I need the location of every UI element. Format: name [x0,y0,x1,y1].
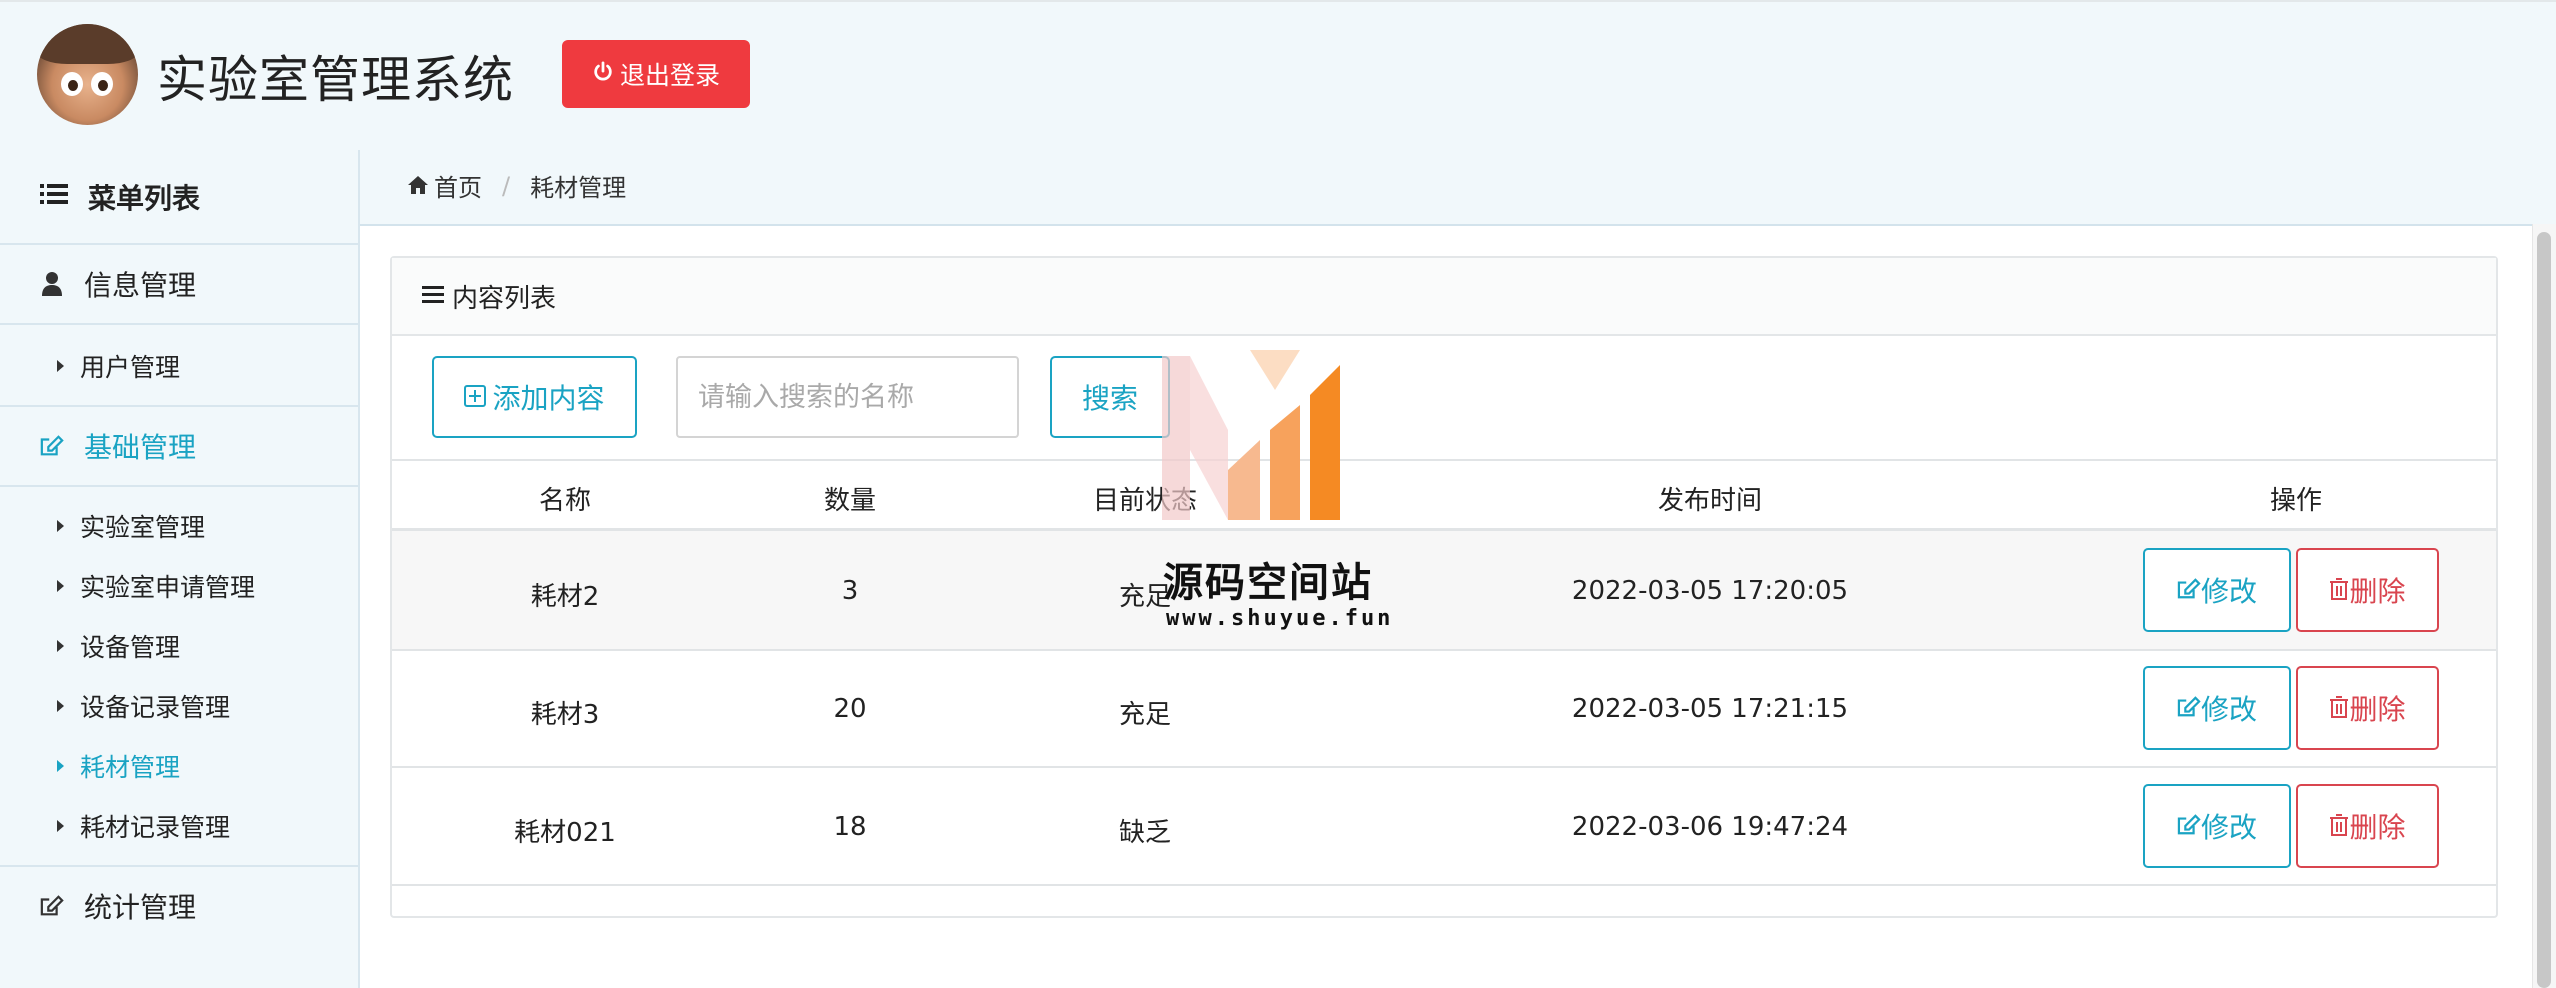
scrollbar-thumb[interactable] [2537,232,2551,988]
sidebar: 菜单列表 信息管理 用户管理 基础管理 实验室管理 实验室申请管理 设备管理 设… [0,150,360,988]
sidebar-group-basic[interactable]: 基础管理 [0,407,358,485]
app-title: 实验室管理系统 [157,51,514,109]
sidebar-item-equipment[interactable]: 设备管理 [0,621,358,671]
cell-status: 充足 [1118,700,1172,730]
caret-right-icon [57,820,64,832]
user-icon [40,272,64,296]
edit-icon [2177,692,2201,725]
column-header-name: 名称 [538,486,592,516]
delete-button[interactable]: 删除 [2296,784,2439,868]
plus-square-icon [464,381,487,414]
sidebar-item-lab-applications[interactable]: 实验室申请管理 [0,561,358,611]
trash-icon [2329,692,2349,725]
watermark-url: www.shuyue.fun [1166,606,1394,631]
delete-button[interactable]: 删除 [2296,548,2439,632]
power-icon [592,60,614,89]
edit-icon [40,894,64,918]
card-title: 内容列表 [452,283,557,314]
column-header-quantity: 数量 [823,486,877,516]
caret-right-icon [57,760,64,772]
logout-button[interactable]: 退出登录 [562,40,750,108]
sidebar-group-info[interactable]: 信息管理 [0,245,358,323]
edit-icon [2177,810,2201,843]
cell-name: 耗材2 [530,582,600,612]
edit-button[interactable]: 修改 [2143,548,2291,632]
caret-right-icon [57,520,64,532]
caret-right-icon [57,360,64,372]
sidebar-item-consumable-records[interactable]: 耗材记录管理 [0,801,358,851]
column-header-time: 发布时间 [1657,486,1763,516]
sidebar-item-users[interactable]: 用户管理 [0,341,358,391]
trash-icon [2329,574,2349,607]
cell-name: 耗材3 [530,700,600,730]
breadcrumb: 首页 / 耗材管理 [408,168,626,203]
watermark-title: 源码空间站 [1163,560,1373,606]
column-header-actions: 操作 [2269,486,2323,516]
home-icon [408,172,428,200]
edit-icon [2177,574,2201,607]
edit-button[interactable]: 修改 [2143,784,2291,868]
search-button[interactable]: 搜索 [1050,356,1170,438]
caret-right-icon [57,700,64,712]
app-header: 实验室管理系统 退出登录 [0,0,2556,150]
cell-name: 耗材021 [514,818,616,848]
sidebar-item-equipment-records[interactable]: 设备记录管理 [0,681,358,731]
sidebar-item-consumables[interactable]: 耗材管理 [0,741,358,791]
avatar[interactable] [37,24,138,125]
cell-quantity: 3 [841,576,859,606]
breadcrumb-current: 耗材管理 [530,174,627,202]
caret-right-icon [57,640,64,652]
list-icon [40,180,68,213]
bars-icon [422,281,444,311]
cell-time: 2022-03-06 19:47:24 [1571,812,1849,842]
cell-quantity: 18 [833,812,867,842]
card-header: 内容列表 [392,258,2496,336]
sidebar-item-labs[interactable]: 实验室管理 [0,501,358,551]
trash-icon [2329,810,2349,843]
edit-icon [40,434,64,458]
add-content-button[interactable]: 添加内容 [432,356,637,438]
cell-time: 2022-03-05 17:20:05 [1571,576,1849,606]
caret-right-icon [57,580,64,592]
logout-label: 退出登录 [619,61,720,90]
cell-status: 缺乏 [1118,818,1172,848]
delete-button[interactable]: 删除 [2296,666,2439,750]
search-input[interactable] [676,356,1019,438]
cell-quantity: 20 [833,694,867,724]
breadcrumb-home[interactable]: 首页 [434,168,482,203]
menu-title: 菜单列表 [0,150,358,245]
edit-button[interactable]: 修改 [2143,666,2291,750]
cell-time: 2022-03-05 17:21:15 [1571,694,1849,724]
sidebar-group-stats[interactable]: 统计管理 [0,867,358,945]
